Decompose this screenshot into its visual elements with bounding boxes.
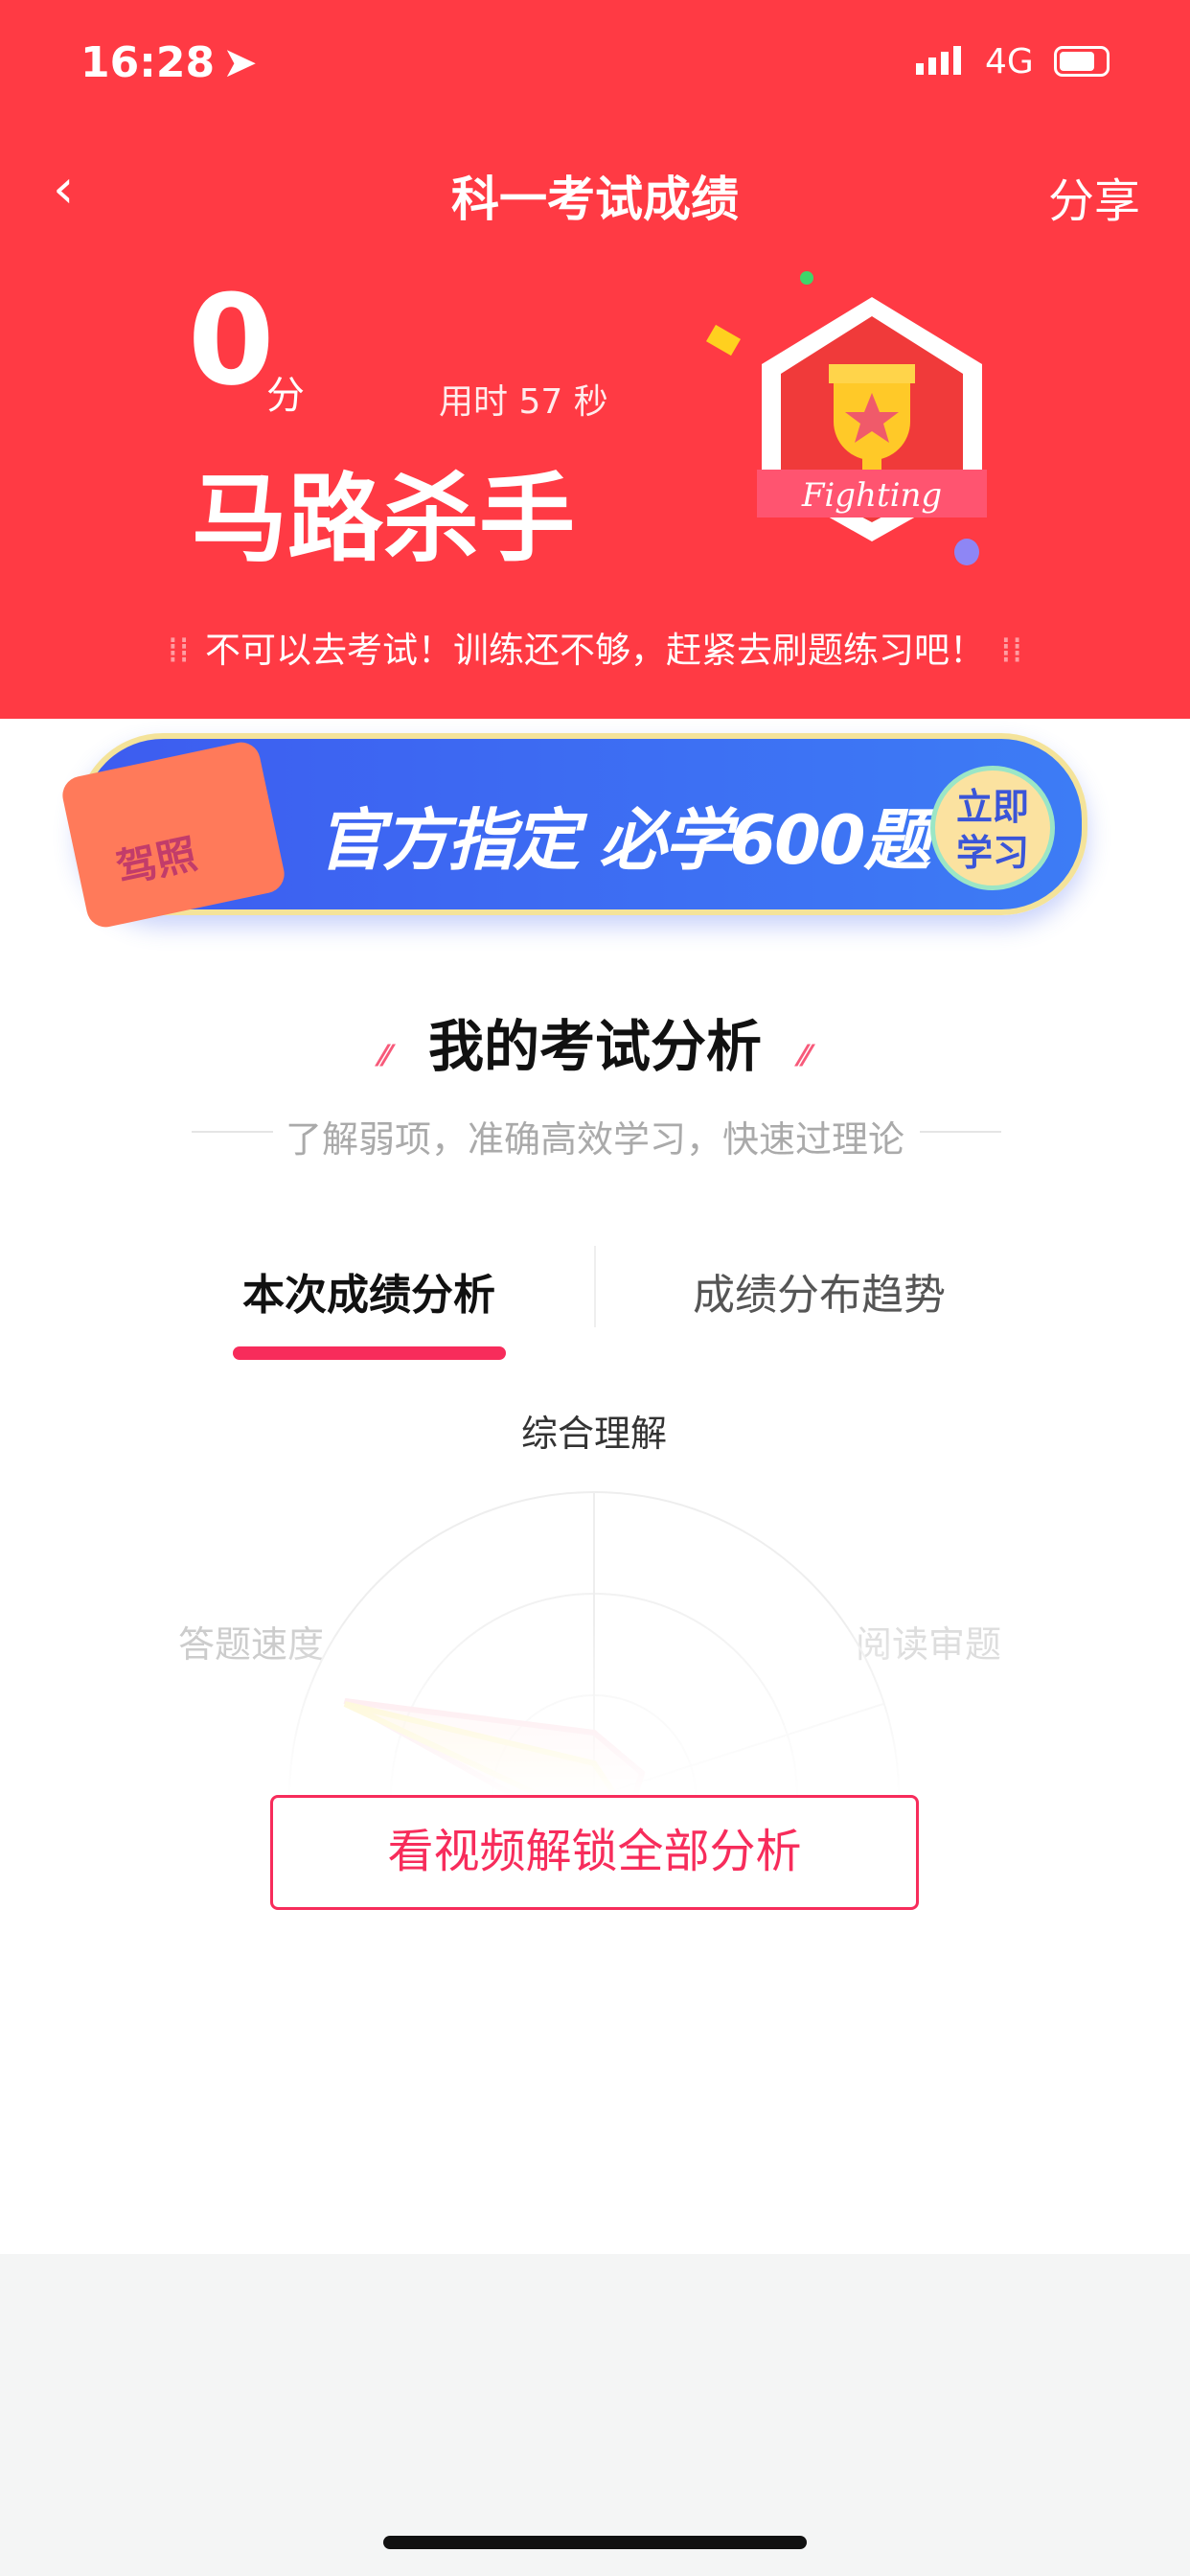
radar-chart: [287, 1491, 901, 1802]
location-arrow-icon: ➤: [222, 38, 258, 87]
time-used: 用时 57 秒: [439, 382, 608, 422]
network-type: 4G: [985, 42, 1034, 81]
result-header: 16:28 ➤ 4G ‹ 科一考试成绩 分享 0 分 用时 57 秒 马路杀手 …: [0, 0, 1190, 719]
share-button[interactable]: 分享: [1048, 163, 1140, 230]
tab-current-analysis[interactable]: 本次成绩分析: [172, 1260, 565, 1322]
confetti-dot: [800, 271, 813, 285]
status-time: 16:28: [80, 38, 216, 87]
banner-cta[interactable]: 立即学习: [930, 766, 1055, 890]
trophy-badge: Fighting: [747, 288, 996, 546]
radar-label-comprehension: 综合理解: [520, 1413, 667, 1455]
score-unit: 分: [266, 374, 305, 418]
tab-active-indicator: [233, 1346, 506, 1360]
section-subtitle: 了解弱项，准确高效学习，快速过理论: [285, 1118, 904, 1161]
tab-score-trend[interactable]: 成绩分布趋势: [623, 1260, 1016, 1322]
signal-icon: [916, 46, 961, 75]
banner-headline: 官方指定 必学600题: [317, 801, 930, 880]
battery-icon: [1054, 46, 1110, 77]
page-title: 科一考试成绩: [451, 172, 739, 227]
score-value: 0: [188, 267, 275, 413]
confetti-piece: [706, 324, 741, 356]
badge-text: Fighting: [801, 476, 942, 515]
study-banner[interactable]: 驾照 官方指定 必学600题 立即学习: [58, 733, 1087, 932]
license-tag: 驾照: [58, 738, 288, 932]
tab-divider: [594, 1246, 596, 1327]
confetti-dot: [954, 539, 979, 565]
encouragement-message: ⁞⁞ 不可以去考试！训练还不够，赶紧去刷题练习吧！ ⁞⁞: [167, 630, 1023, 671]
home-indicator: [383, 2536, 807, 2549]
back-button[interactable]: ‹: [53, 158, 74, 220]
unlock-analysis-button[interactable]: 看视频解锁全部分析: [270, 1795, 919, 1910]
section-title: ⁄⁄ 我的考试分析 ⁄⁄: [379, 1014, 811, 1079]
rank-title: 马路杀手: [192, 463, 575, 575]
